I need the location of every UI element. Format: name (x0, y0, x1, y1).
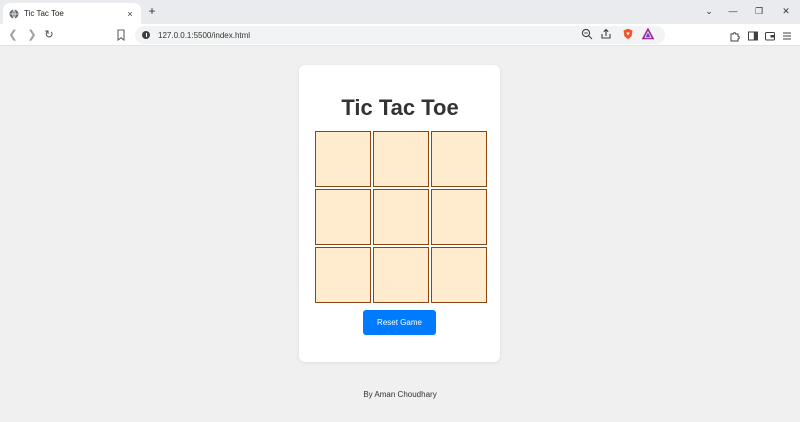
brave-rewards-icon[interactable] (641, 27, 655, 40)
menu-icon[interactable] (781, 29, 793, 41)
tab-title: Tic Tac Toe (24, 9, 64, 18)
brave-shield-icon[interactable] (622, 27, 634, 40)
game-board (315, 131, 488, 303)
board-cell-8[interactable] (373, 247, 429, 303)
tab-search-icon[interactable]: ⌄ (702, 4, 716, 18)
new-tab-button[interactable]: + (145, 4, 159, 18)
close-tab-icon[interactable]: × (125, 9, 135, 19)
board-cell-6[interactable] (431, 189, 487, 245)
share-icon[interactable] (600, 27, 612, 39)
minimize-button[interactable]: — (726, 4, 740, 18)
board-cell-4[interactable] (315, 189, 371, 245)
globe-icon (9, 8, 19, 19)
browser-toolbar: ❮ ❯ ↻ 127.0.0.1:5500/index.html (0, 24, 800, 46)
zoom-out-icon[interactable] (581, 27, 593, 40)
close-window-button[interactable]: ✕ (779, 4, 793, 18)
back-icon[interactable]: ❮ (6, 28, 20, 42)
board-cell-3[interactable] (431, 131, 487, 187)
board-cell-9[interactable] (431, 247, 487, 303)
sidebar-icon[interactable] (747, 29, 759, 41)
board-cell-2[interactable] (373, 131, 429, 187)
forward-icon[interactable]: ❯ (25, 28, 39, 42)
url-text: 127.0.0.1:5500/index.html (158, 30, 251, 40)
board-cell-1[interactable] (315, 131, 371, 187)
tab-bar: Tic Tac Toe × + ⌄ — ❐ ✕ (0, 0, 800, 24)
board-cell-5[interactable] (373, 189, 429, 245)
footer-credit: By Aman Choudhary (363, 390, 437, 399)
page-title: Tic Tac Toe (341, 95, 459, 120)
extensions-icon[interactable] (729, 29, 741, 42)
reset-game-button[interactable]: Reset Game (363, 310, 436, 335)
bookmark-icon[interactable] (114, 28, 128, 42)
reload-icon[interactable]: ↻ (42, 28, 56, 42)
restore-button[interactable]: ❐ (752, 4, 766, 18)
board-cell-7[interactable] (315, 247, 371, 303)
browser-tab[interactable]: Tic Tac Toe × (3, 3, 141, 24)
site-info-icon[interactable] (142, 31, 150, 39)
wallet-icon[interactable] (764, 29, 776, 41)
